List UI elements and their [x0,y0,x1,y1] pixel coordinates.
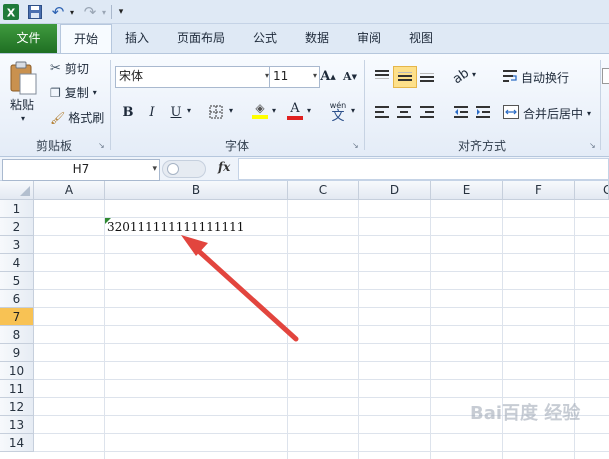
save-icon[interactable] [26,3,44,21]
phonetic-icon[interactable]: wén 文 [325,98,351,124]
borders-icon[interactable] [205,102,227,122]
redo-dropdown-icon[interactable]: ▾ [100,3,108,21]
tab-data[interactable]: 数据 [294,24,340,53]
copy-icon: ❐ [50,85,61,100]
wrap-text-button[interactable]: 自动换行 [503,69,569,86]
underline-dropdown-icon[interactable]: ▾ [187,106,191,115]
number-format-partial-icon[interactable] [602,66,609,86]
bold-button[interactable]: B [117,102,139,122]
grow-font-button[interactable]: A ▲ [317,66,339,86]
name-box-dropdown-icon[interactable]: ▾ [152,160,157,178]
copy-dropdown-icon[interactable]: ▾ [93,88,97,97]
format-painter-button[interactable]: 🖌 格式刷 [50,109,104,126]
copy-button[interactable]: ❐ 复制 ▾ [50,84,97,101]
ribbon-home: 粘贴 ▾ ✂ 剪切 ❐ 复制 ▾ 🖌 格式刷 剪贴板 ↘ 宋体 ▾ 11 ▾ A ▲ … [0,53,609,157]
ribbon-tabs: 文件 开始 插入 页面布局 公式 数据 审阅 视图 [0,24,609,55]
paste-dropdown-icon[interactable]: ▾ [21,114,25,123]
font-color-dropdown-icon[interactable]: ▾ [307,106,311,115]
italic-button[interactable]: I [141,102,163,122]
undo-dropdown-icon[interactable]: ▾ [68,3,76,21]
alignment-launcher-icon[interactable]: ↘ [589,141,598,150]
shrink-font-button[interactable]: A ▼ [339,66,361,86]
svg-text:X: X [7,7,16,20]
tab-file[interactable]: 文件 [0,24,57,53]
underline-button[interactable]: U [165,102,187,122]
undo-icon[interactable]: ↶ [48,3,68,21]
tab-view[interactable]: 视图 [398,24,444,53]
align-right-icon[interactable] [416,102,438,122]
formula-controls [162,160,206,178]
fill-color-icon[interactable]: ◈ [249,100,271,120]
baidu-watermark: Bai百度 经验 [470,403,581,424]
decrease-indent-icon[interactable] [450,102,472,122]
tab-formulas[interactable]: 公式 [242,24,288,53]
clipboard-group-label: 剪贴板 [35,139,72,153]
tab-insert[interactable]: 插入 [114,24,160,53]
name-box[interactable]: H7 ▾ [2,159,160,181]
borders-dropdown-icon[interactable]: ▾ [229,106,233,115]
brush-icon: 🖌 [50,110,66,125]
increase-indent-icon[interactable] [472,102,494,122]
customize-qat-icon[interactable]: ▾ [116,3,126,21]
redo-icon[interactable]: ↷ [80,3,100,21]
align-bottom-icon[interactable] [416,66,438,86]
orientation-icon[interactable]: ab [450,65,472,87]
excel-logo-icon[interactable]: X [2,3,20,21]
font-launcher-icon[interactable]: ↘ [352,141,361,150]
font-name-box[interactable]: 宋体 ▾ [115,66,272,88]
formula-bar: H7 ▾ fx [0,157,609,181]
clipboard-launcher-icon[interactable]: ↘ [98,141,107,150]
orientation-dropdown-icon[interactable]: ▾ [472,70,476,79]
paste-icon[interactable] [6,58,40,98]
merge-center-button[interactable]: 合并后居中 ▾ [503,105,591,122]
tab-home[interactable]: 开始 [60,24,112,55]
tab-page-layout[interactable]: 页面布局 [168,24,234,53]
align-left-icon[interactable] [371,102,393,122]
formula-input[interactable] [238,158,609,180]
phonetic-dropdown-icon[interactable]: ▾ [351,106,355,115]
expand-circle-icon[interactable] [167,163,179,175]
font-color-icon[interactable]: A [284,100,306,120]
font-group-label: 字体 [224,139,249,153]
merge-center-icon [503,105,519,122]
spreadsheet-grid: A B C D E F G 1 2 3 4 5 6 7 8 9 10 11 12… [0,181,609,459]
tab-review[interactable]: 审阅 [346,24,392,53]
fill-color-dropdown-icon[interactable]: ▾ [272,106,276,115]
merge-dropdown-icon[interactable]: ▾ [587,109,591,118]
alignment-group-label: 对齐方式 [457,139,506,153]
insert-function-icon[interactable]: fx [218,160,234,178]
align-center-icon[interactable] [393,102,415,122]
font-size-box[interactable]: 11 ▾ [269,66,320,88]
scissors-icon: ✂ [50,61,61,76]
cut-button[interactable]: ✂ 剪切 [50,60,89,77]
align-top-icon[interactable] [371,66,393,86]
align-middle-icon[interactable] [393,66,417,88]
wrap-text-icon [503,69,517,86]
quick-access-toolbar: X ↶ ▾ ↷ ▾ ▾ [0,0,609,24]
paste-button[interactable]: 粘贴 [10,96,34,113]
